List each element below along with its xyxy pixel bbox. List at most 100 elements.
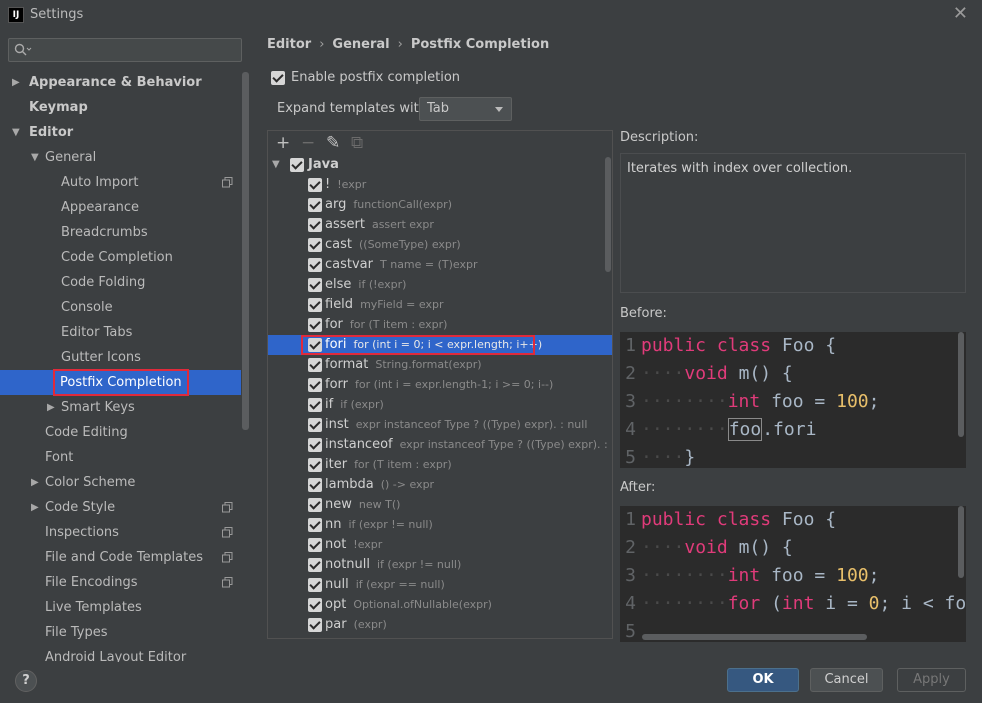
chevron-right-icon[interactable]: ▶ (12, 70, 20, 95)
sidebar-item[interactable]: Appearance (0, 195, 241, 220)
template-row[interactable]: assert assert expr (268, 215, 612, 235)
sidebar-item[interactable]: Console (0, 295, 241, 320)
template-row[interactable]: ! !expr (268, 175, 612, 195)
after-horizontal-scrollbar[interactable] (642, 634, 867, 640)
template-checkbox[interactable] (308, 378, 322, 392)
sidebar-item[interactable]: ▶ Color Scheme (0, 470, 241, 495)
template-checkbox[interactable] (308, 238, 322, 252)
cancel-button[interactable]: Cancel (810, 668, 883, 692)
sidebar-item[interactable]: ▶ Code Style (0, 495, 241, 520)
chevron-right-icon[interactable]: ▶ (31, 495, 39, 520)
chevron-right-icon[interactable]: ▶ (31, 470, 39, 495)
search-input[interactable] (8, 38, 242, 62)
template-checkbox[interactable] (308, 298, 322, 312)
template-row[interactable]: fori for (int i = 0; i < expr.length; i++… (268, 335, 612, 355)
template-checkbox[interactable] (308, 538, 322, 552)
template-row[interactable]: forr for (int i = expr.length-1; i >= 0; … (268, 375, 612, 395)
sidebar-item[interactable]: Font (0, 445, 241, 470)
sidebar-item[interactable]: Code Editing (0, 420, 241, 445)
sidebar-item[interactable]: ▶ Smart Keys (0, 395, 241, 420)
apply-button[interactable]: Apply (897, 668, 966, 692)
template-group-java[interactable]: ▼ Java (268, 155, 612, 175)
template-row[interactable]: null if (expr == null) (268, 575, 612, 595)
templates-scrollbar[interactable] (605, 157, 611, 272)
group-checkbox[interactable] (290, 158, 304, 172)
remove-icon[interactable]: − (301, 133, 315, 153)
sidebar-item[interactable]: Postfix Completion (0, 369, 241, 396)
sidebar-item[interactable]: Gutter Icons (0, 345, 241, 370)
template-row[interactable]: iter for (T item : expr) (268, 455, 612, 475)
template-row[interactable]: field myField = expr (268, 295, 612, 315)
template-row[interactable]: notnull if (expr != null) (268, 555, 612, 575)
chevron-down-icon[interactable]: ▼ (272, 155, 280, 175)
breadcrumb-item: Editor (267, 37, 312, 52)
before-scrollbar[interactable] (958, 332, 964, 437)
chevron-down-icon[interactable]: ▼ (12, 120, 20, 145)
template-expression: functionCall(expr) (353, 198, 452, 211)
after-vertical-scrollbar[interactable] (958, 506, 964, 578)
template-checkbox[interactable] (308, 558, 322, 572)
template-row[interactable]: arg functionCall(expr) (268, 195, 612, 215)
template-checkbox[interactable] (308, 598, 322, 612)
template-row[interactable]: nn if (expr != null) (268, 515, 612, 535)
help-button[interactable]: ? (15, 670, 37, 692)
template-checkbox[interactable] (308, 578, 322, 592)
sidebar-item[interactable]: Keymap (0, 95, 241, 120)
template-checkbox[interactable] (308, 398, 322, 412)
sidebar-item[interactable]: Code Completion (0, 245, 241, 270)
template-row[interactable]: par (expr) (268, 615, 612, 635)
sidebar-item[interactable]: Android Layout Editor (0, 645, 241, 662)
template-checkbox[interactable] (308, 458, 322, 472)
sidebar-item[interactable]: Code Folding (0, 270, 241, 295)
template-row[interactable]: cast ((SomeType) expr) (268, 235, 612, 255)
chevron-down-icon[interactable]: ▼ (31, 145, 39, 170)
close-icon[interactable]: ✕ (953, 3, 968, 24)
template-checkbox[interactable] (308, 438, 322, 452)
template-row[interactable]: inst expr instanceof Type ? ((Type) expr)… (268, 415, 612, 435)
sidebar-item[interactable]: File Encodings (0, 570, 241, 595)
add-icon[interactable]: + (276, 133, 290, 153)
template-checkbox[interactable] (308, 478, 322, 492)
template-row[interactable]: not !expr (268, 535, 612, 555)
sidebar-scrollbar[interactable] (242, 72, 249, 430)
template-checkbox[interactable] (308, 518, 322, 532)
template-row[interactable]: format String.format(expr) (268, 355, 612, 375)
template-row[interactable]: lambda () -> expr (268, 475, 612, 495)
template-row[interactable]: else if (!expr) (268, 275, 612, 295)
sidebar-item[interactable]: ▼ General (0, 145, 241, 170)
template-checkbox[interactable] (308, 358, 322, 372)
sidebar-item[interactable]: File Types (0, 620, 241, 645)
template-row[interactable]: instanceof expr instanceof Type ? ((Type)… (268, 435, 612, 455)
sidebar-item[interactable]: ▼ Editor (0, 120, 241, 145)
sidebar-item[interactable]: Auto Import (0, 170, 241, 195)
template-checkbox[interactable] (308, 618, 322, 632)
ok-button[interactable]: OK (727, 668, 799, 692)
template-checkbox[interactable] (308, 178, 322, 192)
sidebar-item[interactable]: Inspections (0, 520, 241, 545)
template-row[interactable]: for for (T item : expr) (268, 315, 612, 335)
edit-icon[interactable]: ✎ (326, 133, 340, 153)
expand-key-dropdown[interactable]: Tab (419, 97, 512, 121)
template-checkbox[interactable] (308, 198, 322, 212)
chevron-right-icon[interactable]: ▶ (47, 395, 55, 420)
template-row[interactable]: new new T() (268, 495, 612, 515)
template-checkbox[interactable] (308, 498, 322, 512)
template-checkbox[interactable] (308, 278, 322, 292)
sidebar-item[interactable]: Live Templates (0, 595, 241, 620)
template-row[interactable]: if if (expr) (268, 395, 612, 415)
template-checkbox[interactable] (308, 318, 322, 332)
template-checkbox[interactable] (308, 418, 322, 432)
enable-postfix-checkbox[interactable] (271, 70, 285, 85)
copy-icon[interactable]: ⧉ (351, 133, 363, 153)
sidebar-item[interactable]: ▶ Appearance & Behavior (0, 70, 241, 95)
template-row[interactable]: opt Optional.ofNullable(expr) (268, 595, 612, 615)
template-checkbox[interactable] (308, 218, 322, 232)
template-checkbox[interactable] (308, 258, 322, 272)
template-row[interactable]: castvar T name = (T)expr (268, 255, 612, 275)
sidebar-item[interactable]: Breadcrumbs (0, 220, 241, 245)
template-expression: !expr (337, 178, 367, 191)
enable-postfix-row[interactable]: Enable postfix completion (271, 70, 460, 85)
line-number: 3 (625, 391, 636, 412)
sidebar-item[interactable]: Editor Tabs (0, 320, 241, 345)
sidebar-item[interactable]: File and Code Templates (0, 545, 241, 570)
